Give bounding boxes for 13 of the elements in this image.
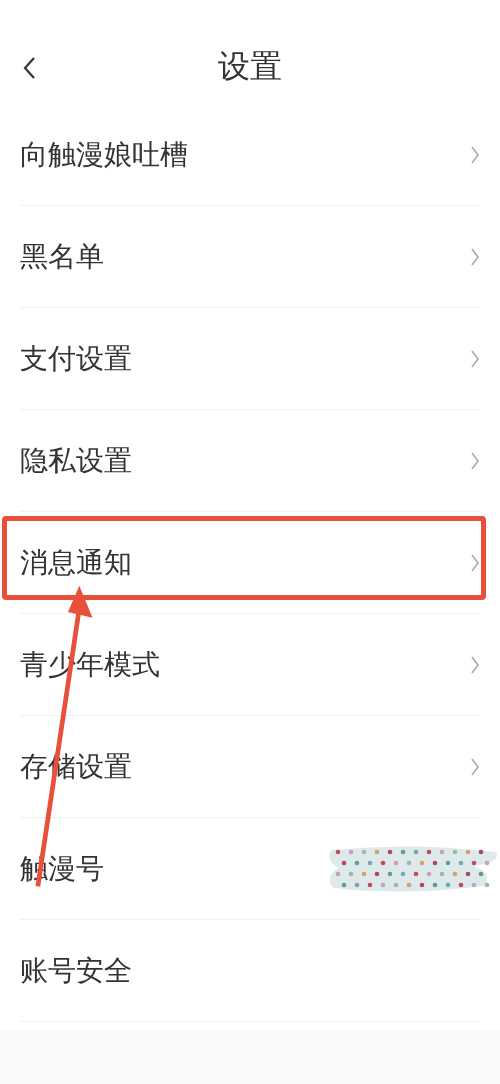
item-label: 支付设置 xyxy=(20,340,133,377)
settings-item[interactable]: 隐私设置 xyxy=(20,410,480,512)
settings-item[interactable]: 支付设置 xyxy=(20,308,480,410)
settings-item[interactable]: 黑名单 xyxy=(20,206,480,308)
settings-item[interactable]: 账号安全 xyxy=(20,920,480,1022)
item-label: 向触漫娘吐槽 xyxy=(20,136,189,173)
page-title: 设置 xyxy=(218,46,282,87)
settings-item[interactable]: 向触漫娘吐槽 xyxy=(20,104,480,206)
item-label: 黑名单 xyxy=(20,238,105,275)
item-label: 消息通知 xyxy=(20,544,133,581)
item-label: 账号安全 xyxy=(20,952,133,989)
item-label: 隐私设置 xyxy=(20,442,133,479)
back-icon[interactable] xyxy=(22,56,36,80)
